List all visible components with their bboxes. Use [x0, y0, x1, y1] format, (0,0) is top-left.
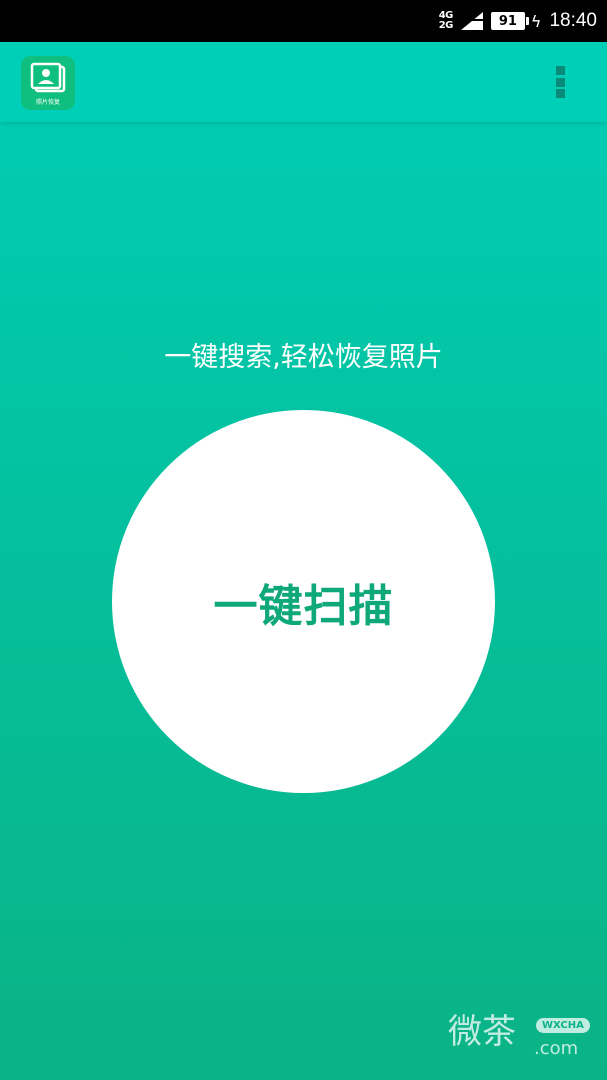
clock: 18:40: [549, 10, 597, 31]
app-logo-icon: 照片恢复: [21, 56, 75, 110]
app-bar: 照片恢复: [0, 42, 607, 122]
watermark: 微茶 WXCHA .com: [448, 1010, 598, 1064]
battery-level: 91: [498, 13, 517, 29]
menu-dot: [555, 77, 565, 87]
watermark-badge: WXCHA: [536, 1018, 590, 1033]
watermark-characters: 微茶: [448, 1012, 516, 1052]
signal-icon: [460, 12, 483, 30]
menu-dot: [555, 66, 565, 75]
tagline: 一键搜索,轻松恢复照片: [164, 342, 443, 373]
menu-dot: [555, 89, 565, 98]
scan-button-label: 一键扫描: [213, 581, 394, 631]
network-type-label: 4G 2G: [438, 10, 454, 31]
status-bar: 4G 2G 91 ϟ 18:40: [0, 0, 607, 42]
charging-icon: ϟ: [530, 11, 542, 31]
battery-icon: 91: [490, 12, 529, 30]
status-icons: 4G 2G 91 ϟ 18:40: [439, 0, 597, 42]
overflow-menu-icon[interactable]: [549, 62, 571, 102]
app-icon-label: 照片恢复: [35, 99, 60, 106]
watermark-domain: .com: [534, 1038, 579, 1059]
one-click-scan-button[interactable]: 一键扫描: [112, 410, 495, 793]
